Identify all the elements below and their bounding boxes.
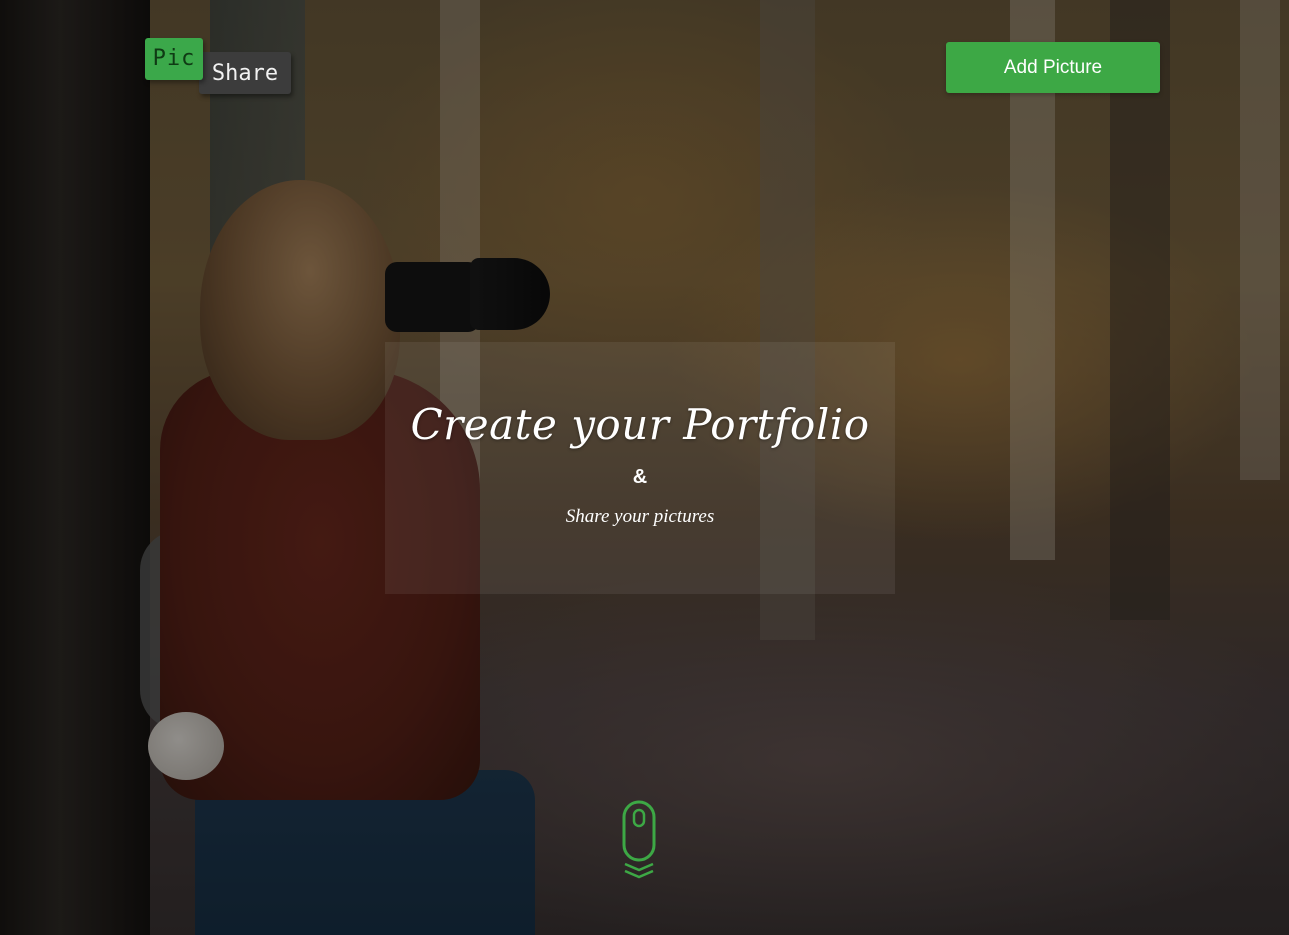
hero-banner: Create your Portfolio & Share your pictu…: [385, 342, 895, 594]
hero-ampersand: &: [632, 466, 648, 488]
add-picture-button[interactable]: Add Picture: [946, 42, 1160, 93]
mouse-scroll-icon[interactable]: [618, 800, 664, 880]
site-logo[interactable]: Share Pic: [145, 38, 295, 98]
hero-tagline: Share your pictures: [565, 506, 715, 527]
logo-pic-text: Pic: [145, 38, 203, 80]
logo-share-text: Share: [199, 52, 291, 94]
hero-headline: Create your Portfolio: [410, 400, 870, 449]
hero-section: Share Pic Add Picture Create your Portfo…: [0, 0, 1289, 935]
